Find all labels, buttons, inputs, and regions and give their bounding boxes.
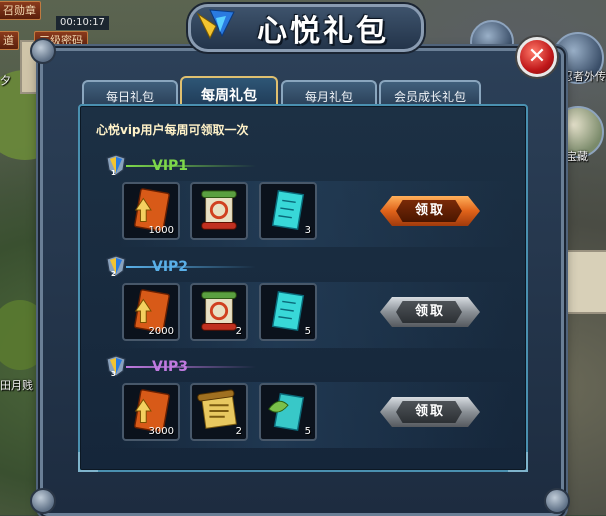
close-button[interactable]: ✕ (517, 37, 557, 77)
weekly-note: 心悦vip用户每周可领取一次 (96, 123, 249, 137)
item-quantity: 5 (304, 426, 311, 437)
claim-button[interactable]: 领取 (380, 297, 480, 327)
reward-item-slot[interactable]: 2000 (122, 283, 180, 341)
corner-ornament (78, 452, 98, 472)
item-quantity: 3000 (148, 426, 174, 437)
tab-daily[interactable]: 每日礼包 (82, 80, 178, 106)
tab-monthly[interactable]: 每月礼包 (281, 80, 377, 106)
item-quantity: 2 (235, 326, 242, 337)
vip-tier-number: 3 (111, 370, 116, 378)
scroll-icon (201, 190, 237, 230)
reward-item-slot[interactable]: 3000 (122, 383, 180, 441)
vip-logo-icon (196, 9, 235, 40)
clock-readout: 00:10:17 (56, 16, 109, 30)
dialog-title: 心悦礼包 (257, 14, 389, 49)
corner-ornament (30, 488, 56, 514)
item-quantity: 3 (304, 225, 311, 236)
reward-item-slot[interactable]: 5 (259, 383, 317, 441)
vip-level-text: VIP3 (152, 359, 189, 375)
claim-button[interactable]: 领取 (380, 397, 480, 427)
claim-button-label: 领取 (414, 404, 445, 419)
road-button[interactable]: 道 (0, 31, 19, 50)
vip-level-text: VIP1 (152, 158, 189, 174)
medal-button[interactable]: 召勋章 (0, 1, 41, 20)
corner-ornament (544, 488, 570, 514)
vip-shield-icon: 2 (106, 255, 126, 278)
left-label: 田月贱 (0, 379, 33, 392)
vip-shield-icon: 3 (106, 355, 126, 378)
vip-tier-number: 2 (111, 270, 116, 278)
item-quantity: 2000 (148, 326, 174, 337)
reward-item-slot[interactable]: 2 (190, 283, 248, 341)
vip-tier-label: 1 VIP1 (104, 154, 264, 177)
item-quantity: 5 (304, 326, 311, 337)
vip-tier-number: 1 (111, 169, 116, 177)
vip-tier-label: 3 VIP3 (104, 355, 264, 378)
vip-shield-icon: 1 (106, 154, 126, 177)
reward-item-slot[interactable]: 1000 (122, 182, 180, 240)
item-quantity: 1000 (148, 225, 174, 236)
treasure-label: 宝藏 (566, 150, 588, 163)
claim-button-label: 领取 (414, 304, 445, 319)
reward-item-slot[interactable] (190, 182, 248, 240)
top-bar: 召勋章 00:10:17 道 三级密码 (0, 0, 180, 50)
vip-divider (126, 266, 256, 268)
close-icon: ✕ (527, 44, 547, 69)
claim-button[interactable]: 领取 (380, 196, 480, 226)
vip-tier-label: 2 VIP2 (104, 255, 264, 278)
reward-item-slot[interactable]: 2 (190, 383, 248, 441)
ninja-story-label: 忍者外传 (562, 70, 606, 83)
claim-button-label: 领取 (414, 203, 445, 218)
reward-item-slot[interactable]: 5 (259, 283, 317, 341)
vip-divider (126, 366, 256, 368)
vip-level-text: VIP2 (152, 259, 189, 275)
left-label: 夕 (0, 74, 11, 87)
corner-ornament (508, 452, 528, 472)
vip-divider (126, 165, 256, 167)
tab-growth[interactable]: 会员成长礼包 (379, 80, 481, 106)
item-quantity: 2 (235, 426, 242, 437)
reward-item-slot[interactable]: 3 (259, 182, 317, 240)
corner-ornament (30, 38, 56, 64)
